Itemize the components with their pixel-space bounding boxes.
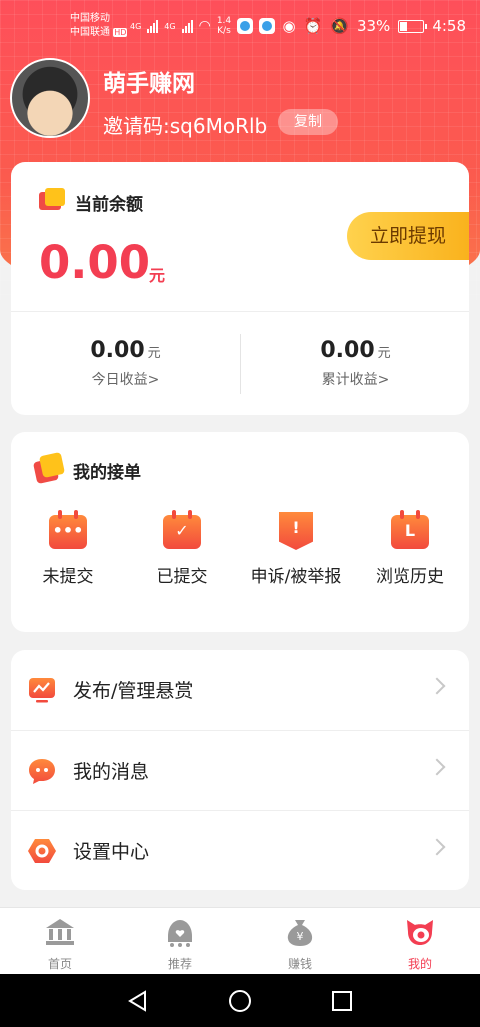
today-value: 0.00 bbox=[90, 338, 145, 363]
tab-earn[interactable]: ¥ 赚钱 bbox=[240, 916, 360, 972]
tab-label: 首页 bbox=[47, 957, 72, 971]
tab-home[interactable]: 首页 bbox=[0, 916, 120, 972]
balance-value: 0.00 bbox=[39, 236, 151, 289]
battery-icon bbox=[398, 19, 428, 33]
tab-label: 我的 bbox=[407, 957, 432, 971]
battery-percent: 33% bbox=[356, 17, 391, 35]
alarm-icon: ⏰ bbox=[303, 17, 323, 35]
app-name: 萌手赚网 bbox=[103, 71, 195, 97]
carrier-2: 中国联通 HD bbox=[70, 27, 128, 38]
net-type-1: 4G bbox=[130, 21, 142, 31]
profile-cat-icon bbox=[407, 920, 433, 945]
tab-label: 推荐 bbox=[167, 957, 192, 971]
chart-screen-icon bbox=[29, 678, 55, 703]
chevron-right-icon bbox=[428, 758, 446, 776]
net-type-2: 4G bbox=[164, 21, 176, 31]
tab-bar: 首页 推荐 ¥ 赚钱 我的 bbox=[0, 907, 480, 974]
tab-recommend[interactable]: 推荐 bbox=[120, 916, 240, 972]
chat-bubble-icon bbox=[29, 759, 55, 784]
order-label: 申诉/被举报 bbox=[250, 567, 342, 587]
app-notification-icon-2 bbox=[259, 18, 276, 34]
tab-label: 赚钱 bbox=[287, 957, 312, 971]
signal-icon bbox=[147, 19, 159, 33]
today-unit: 元 bbox=[147, 346, 161, 361]
balance-card: 当前余额 0.00 元 立即提现 0.00 元 今日收益> 0.00 元 累计收益> bbox=[11, 162, 469, 415]
avatar[interactable] bbox=[10, 58, 90, 138]
eye-icon: ◉ bbox=[282, 17, 296, 35]
chevron-right-icon bbox=[428, 677, 446, 695]
today-earnings[interactable]: 0.00 元 今日收益> bbox=[11, 338, 240, 389]
orders-card: 我的接单 ••• 未提交 ✓ 已提交 ! 申诉/被举报 L 浏览历史 bbox=[11, 432, 469, 632]
order-label: 已提交 bbox=[156, 567, 208, 587]
net-speed: 1.4 K/s bbox=[216, 16, 232, 36]
recommend-icon bbox=[168, 920, 192, 947]
wifi-icon: ◠ bbox=[198, 18, 211, 34]
divider bbox=[11, 311, 469, 312]
home-circle-icon[interactable] bbox=[228, 989, 252, 1013]
chevron-right-icon bbox=[428, 838, 446, 856]
app-notification-icon bbox=[237, 18, 254, 34]
mute-icon: 🔕 bbox=[330, 17, 349, 35]
signal-icon-2 bbox=[181, 19, 193, 33]
calendar-pending-icon: ••• bbox=[48, 510, 88, 550]
orders-title: 我的接单 bbox=[73, 463, 141, 483]
invite-code: 邀请码:sq6MoRlb bbox=[103, 114, 268, 138]
menu-card: 发布/管理悬赏 我的消息 设置中心 bbox=[11, 650, 469, 890]
today-label: 今日收益> bbox=[91, 372, 160, 388]
carrier-info: 中国移动 中国联通 HD bbox=[70, 12, 128, 40]
order-label: 浏览历史 bbox=[376, 567, 444, 587]
money-bag-icon: ¥ bbox=[287, 920, 313, 946]
menu-label: 设置中心 bbox=[73, 841, 150, 863]
total-unit: 元 bbox=[377, 346, 391, 361]
total-value: 0.00 bbox=[320, 338, 375, 363]
order-history[interactable]: L 浏览历史 bbox=[353, 510, 467, 587]
total-earnings[interactable]: 0.00 元 累计收益> bbox=[241, 338, 469, 389]
tag-icon bbox=[32, 451, 66, 485]
menu-item-messages[interactable]: 我的消息 bbox=[11, 730, 469, 810]
order-submitted[interactable]: ✓ 已提交 bbox=[125, 510, 239, 587]
svg-text:¥: ¥ bbox=[297, 930, 304, 943]
system-nav-bar bbox=[0, 974, 480, 1027]
clock: 4:58 bbox=[432, 17, 466, 35]
tab-mine[interactable]: 我的 bbox=[360, 916, 480, 972]
order-label: 未提交 bbox=[42, 567, 94, 587]
menu-item-publish[interactable]: 发布/管理悬赏 bbox=[11, 650, 469, 730]
order-unsubmitted[interactable]: ••• 未提交 bbox=[11, 510, 125, 587]
settings-hexagon-icon bbox=[28, 839, 56, 863]
home-bank-icon bbox=[46, 919, 74, 945]
balance-unit: 元 bbox=[149, 266, 166, 285]
recents-square-icon[interactable] bbox=[330, 989, 354, 1013]
status-bar: 中国移动 中国联通 HD 4G 4G ◠ 1.4 K/s ◉ ⏰ 🔕 33% 4:… bbox=[0, 0, 480, 50]
wallet-icon bbox=[37, 188, 65, 212]
menu-label: 发布/管理悬赏 bbox=[73, 680, 194, 702]
hd-badge: HD bbox=[113, 28, 128, 37]
balance-title: 当前余额 bbox=[75, 195, 143, 215]
back-icon[interactable] bbox=[126, 989, 150, 1013]
calendar-check-icon: ✓ bbox=[162, 510, 202, 550]
network-indicators: 4G 4G ◠ 1.4 K/s bbox=[130, 16, 276, 36]
order-appeal[interactable]: ! 申诉/被举报 bbox=[239, 510, 353, 587]
withdraw-button[interactable]: 立即提现 bbox=[347, 212, 469, 260]
alarm-shield-icon: ! bbox=[276, 510, 316, 550]
menu-item-settings[interactable]: 设置中心 bbox=[11, 810, 469, 890]
carrier-1: 中国移动 bbox=[70, 13, 110, 24]
calendar-history-icon: L bbox=[390, 510, 430, 550]
copy-button[interactable]: 复制 bbox=[278, 109, 338, 135]
system-indicators: ◉ ⏰ 🔕 33% 4:58 bbox=[283, 17, 467, 35]
menu-label: 我的消息 bbox=[73, 761, 150, 783]
total-label: 累计收益> bbox=[321, 372, 390, 388]
